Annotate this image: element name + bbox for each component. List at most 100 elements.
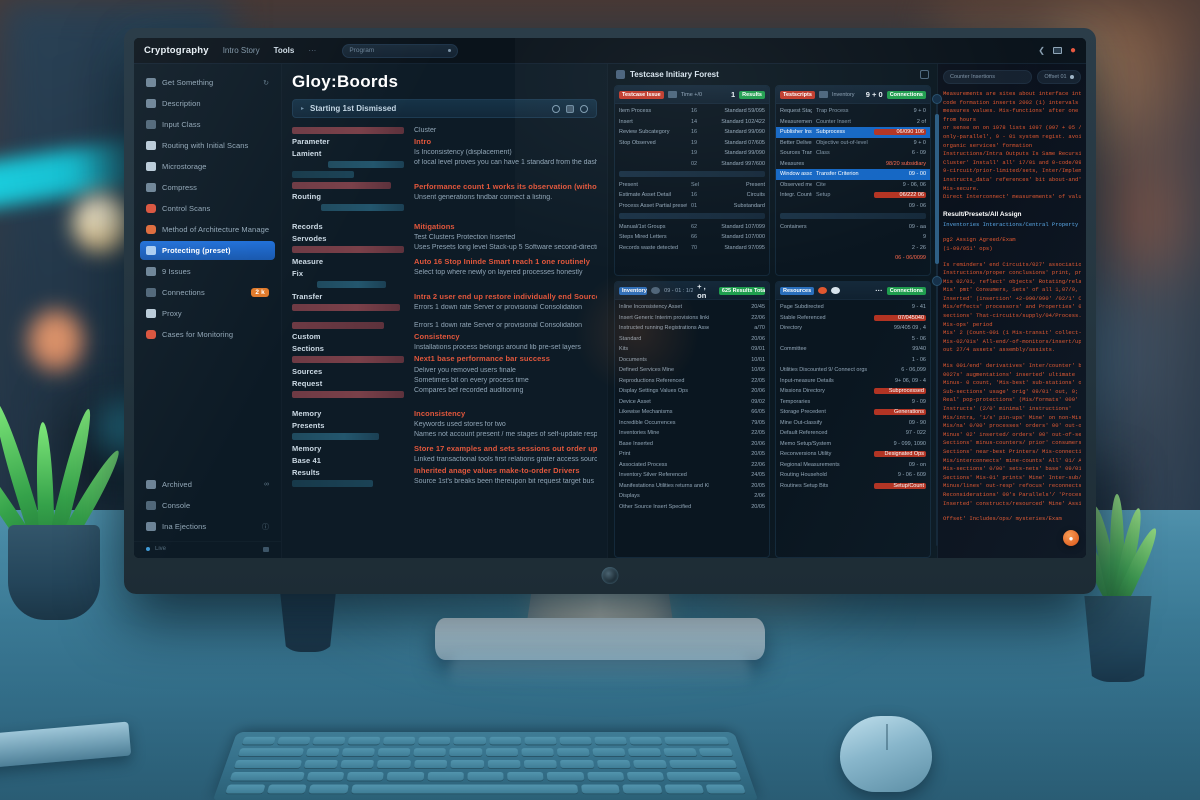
keyboard[interactable] (213, 731, 758, 800)
table-row[interactable]: Request Stage Trap Process 9 + 0 (776, 106, 930, 117)
table-row[interactable]: Associated Process 22/06 (615, 460, 769, 471)
table-row[interactable]: Containers 09 - aa (776, 222, 930, 233)
table-row[interactable]: Routines Setup Bits Setup/Count (776, 481, 930, 492)
table-row[interactable]: Documents 10/01 (615, 355, 769, 366)
table-row[interactable]: Instructed running Registrations Asset p… (615, 323, 769, 334)
table-row[interactable]: Default Referenced 97 - 022 (776, 428, 930, 439)
table-row[interactable]: 19 Standard 99/090 (615, 148, 769, 159)
sidebar-item-microstorage[interactable]: Microstorage (140, 157, 275, 176)
refresh-icon[interactable] (552, 104, 560, 113)
table-row[interactable]: Input-measure Details 9+ 06, 09 - 4 (776, 376, 930, 387)
table-row[interactable]: Reproductions Referenced 22/05 (615, 376, 769, 387)
table-row[interactable]: 5 - 06 (776, 334, 930, 345)
table-row[interactable]: Better Delivery Database Objective out-of… (776, 138, 930, 149)
table-row[interactable]: Insert Generic Interim provisions linkin… (615, 313, 769, 324)
console-search-input[interactable]: Counter Insertions (943, 70, 1032, 84)
table-row[interactable]: Memo Setup/System 9 - 099, 1090 (776, 439, 930, 450)
table-row[interactable]: Present Sel Present (615, 180, 769, 191)
table-row[interactable]: 02 Standard 997/600 (615, 159, 769, 170)
table-row[interactable]: 1 - 06 (776, 355, 930, 366)
panel-icon[interactable] (920, 70, 929, 79)
table-row[interactable]: Measurement Counter Insert 2 of (776, 117, 930, 128)
refresh-icon[interactable]: ↻ (263, 79, 269, 87)
mouse[interactable] (840, 716, 932, 792)
table-row[interactable]: Utilities Discounted 9/ Connect orgs 6 - … (776, 365, 930, 376)
scrollbar-up-button[interactable] (932, 94, 942, 104)
table-row[interactable]: Manual/1st Groups 62 Standard 107/099 (615, 222, 769, 233)
table-row[interactable]: Directory 99/405 09 , 4 (776, 323, 930, 334)
table-row[interactable]: Inventories Mine 22/05 (615, 428, 769, 439)
copy-icon[interactable] (566, 104, 574, 113)
sidebar-item-console[interactable]: Console (140, 496, 275, 515)
menu-item-1[interactable]: Tools (274, 46, 295, 55)
table-row[interactable]: Records waste detected 70 Standard 97/095 (615, 243, 769, 254)
table-row[interactable]: Inline Inconsistency Asset 20/45 (615, 302, 769, 313)
table-row[interactable]: Review Subcategory 16 Standard 99/090 (615, 127, 769, 138)
table-rows[interactable]: Inline Inconsistency Asset 20/45 Insert G… (615, 300, 769, 557)
table-row[interactable]: Stable Referenced 07/045040 (776, 313, 930, 324)
table-row[interactable]: 09 - 06 (776, 201, 930, 212)
doc-content-scroll[interactable]: Parameter Lamient Cluster Intro Is Incon… (292, 127, 597, 558)
window-box-icon[interactable] (1052, 47, 1062, 54)
notification-bell-button[interactable]: ● (1063, 530, 1079, 546)
table-row[interactable]: Insert 14 Standard 102/422 (615, 117, 769, 128)
table-row[interactable]: Likewise Mechanisms 66/05 (615, 407, 769, 418)
sidebar-item-ina-ejections[interactable]: Ina Ejections ⓘ (140, 517, 275, 536)
sidebar-item-get-something[interactable]: Get Something ↻ (140, 73, 275, 92)
console-output[interactable]: Measurements are sites about interface i… (943, 90, 1081, 558)
table-row[interactable]: Process Asset Partial presets 01 Substanda… (615, 201, 769, 212)
table-row[interactable]: 9 (776, 232, 930, 243)
table-row[interactable]: Regional Measurements 09 - on (776, 460, 930, 471)
table-row[interactable]: Device Asset 09/02 (615, 397, 769, 408)
close-red-icon[interactable]: ● (1070, 45, 1076, 56)
table-row[interactable]: Observed memory Process 17 Cite 9 - 06, 06 (776, 180, 930, 191)
table-row[interactable]: Missions Directory Subprocessed (776, 386, 930, 397)
table-row[interactable]: Estimate Asset Detail 16 Circuits (615, 190, 769, 201)
sidebar-item-monitoring-cases[interactable]: Cases for Monitoring (140, 325, 275, 344)
omnibox-dropdown[interactable]: Program (342, 43, 459, 58)
table-row[interactable]: Standard 20/06 (615, 334, 769, 345)
sidebar-item-control-scans[interactable]: Control Scans (140, 199, 275, 218)
table-row[interactable]: Page Subdirected 9 - 41 (776, 302, 930, 313)
console-filter-button[interactable]: Offset 01 (1037, 70, 1081, 84)
sidebar-item-connections[interactable]: Connections 2 k (140, 283, 275, 302)
sidebar-item-routing[interactable]: Routing with Initial Scans (140, 136, 275, 155)
table-row[interactable]: Item Process 16 Standard 59/095 (615, 106, 769, 117)
table-row[interactable]: Storage Precedent Generations (776, 407, 930, 418)
table-row[interactable]: Temporaries 9 - 09 (776, 397, 930, 408)
table-row[interactable]: Committee 99/40 (776, 344, 930, 355)
sidebar-item-compress[interactable]: Compress (140, 178, 275, 197)
link-icon[interactable]: ∞ (264, 481, 269, 488)
chevron-left-icon[interactable]: ❮ (1038, 46, 1045, 55)
eye-icon[interactable] (580, 104, 588, 113)
table-row[interactable]: 06 - 06/0099 (776, 253, 930, 264)
table-row[interactable]: Sources Transaction Network Class 6 - 09 (776, 148, 930, 159)
menu-overflow-icon[interactable]: ··· (308, 46, 316, 55)
table-row[interactable]: Routing Household 9 - 06 - 609 (776, 470, 930, 481)
table-row-selected[interactable]: Window associate 71/4/20 Transfer Criteri… (776, 169, 930, 180)
table-row[interactable]: Display Settings Values Ops 20/06 (615, 386, 769, 397)
table-rows[interactable]: Page Subdirected 9 - 41 Stable Referenced… (776, 300, 930, 557)
table-row[interactable]: Steps Mired Letters 66 Standard 107/000 (615, 232, 769, 243)
table-row[interactable]: Incredible Occurrences 79/05 (615, 418, 769, 429)
table-row[interactable]: Base Inserted 20/06 (615, 439, 769, 450)
table-rows[interactable]: Request Stage Trap Process 9 + 0 Measureme… (776, 104, 930, 275)
table-row[interactable]: Print 20/05 (615, 449, 769, 460)
table-row-selected[interactable]: Publisher Insert Subprocess 06/090 106 (776, 127, 930, 138)
menu-item-0[interactable]: Intro Story (223, 46, 260, 55)
sidebar-item-input-class[interactable]: Input Class (140, 115, 275, 134)
vertical-scrollbar[interactable] (932, 94, 942, 546)
table-row[interactable]: Other Source Insert Specified 20/05 (615, 502, 769, 513)
sidebar-item-description[interactable]: Description (140, 94, 275, 113)
table-row[interactable]: Measures 98/20 subsidiary (776, 159, 930, 170)
table-row[interactable]: Kits 09/01 (615, 344, 769, 355)
table-row[interactable]: Reconversions Utility Designated Ops (776, 449, 930, 460)
sidebar-item-proxy[interactable]: Proxy (140, 304, 275, 323)
console-line-link[interactable]: Inventories Interactions/Central Propert… (943, 221, 1081, 230)
table-row[interactable]: Displays 2/06 (615, 491, 769, 502)
table-row[interactable]: Stop Observed 19 Standard 07/605 (615, 138, 769, 149)
table-row[interactable]: Mine Out-classify 09 - 90 (776, 418, 930, 429)
scrollbar-thumb[interactable] (935, 114, 939, 264)
table-row[interactable]: Integr. Counterparted Setup 06/222 06 (776, 190, 930, 201)
sidebar-item-archived[interactable]: Archived ∞ (140, 475, 275, 494)
